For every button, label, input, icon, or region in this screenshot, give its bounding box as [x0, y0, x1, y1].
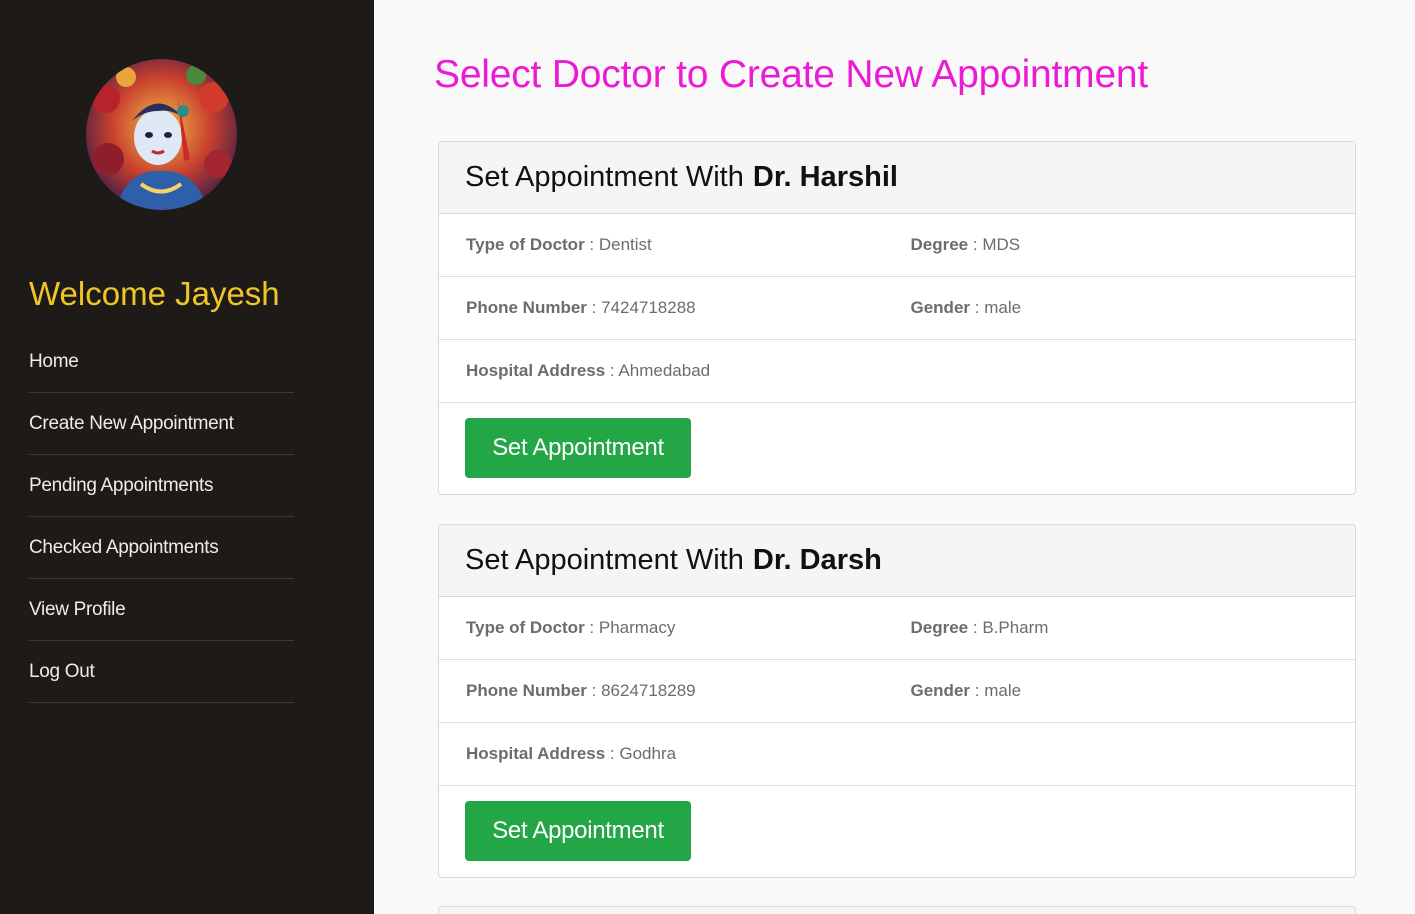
doctor-info-row: Hospital Address : Ahmedabad	[439, 340, 1355, 403]
doctor-info-row: Type of Doctor : Dentist Degree : MDS	[439, 214, 1355, 277]
sidebar-item-logout[interactable]: Log Out	[29, 641, 294, 703]
doctor-gender: Gender : male	[910, 681, 1022, 700]
doctor-info-row: Phone Number : 8624718289 Gender : male	[439, 660, 1355, 723]
header-prefix: Set Appointment With	[465, 161, 744, 193]
sidebar-item-view-profile[interactable]: View Profile	[29, 579, 294, 641]
nav-link-logout[interactable]: Log Out	[29, 661, 95, 683]
sidebar-nav: Home Create New Appointment Pending Appo…	[29, 331, 294, 703]
sidebar-item-home[interactable]: Home	[29, 331, 294, 393]
sidebar-item-pending-appointments[interactable]: Pending Appointments	[29, 455, 294, 517]
welcome-message: Welcome Jayesh	[29, 275, 280, 312]
card-actions: Set Appointment	[439, 786, 1355, 877]
header-prefix: Set Appointment With	[465, 544, 744, 576]
doctor-card: Set Appointment With Dr. Darsh Type of D…	[438, 524, 1356, 878]
doctor-card: Set Appointment With Dr. Harshil Type of…	[438, 141, 1356, 495]
nav-link-view-profile[interactable]: View Profile	[29, 599, 126, 621]
sidebar-item-checked-appointments[interactable]: Checked Appointments	[29, 517, 294, 579]
card-actions: Set Appointment	[439, 403, 1355, 494]
doctor-degree: Degree : MDS	[910, 235, 1021, 254]
doctor-card-partial	[438, 906, 1356, 914]
set-appointment-button[interactable]: Set Appointment	[465, 418, 691, 478]
user-avatar	[86, 59, 237, 210]
sidebar: Welcome Jayesh Home Create New Appointme…	[0, 0, 374, 914]
page-title: Select Doctor to Create New Appointment	[434, 53, 1149, 96]
doctor-gender: Gender : male	[910, 298, 1022, 317]
nav-link-home[interactable]: Home	[29, 351, 79, 373]
main-content: Select Doctor to Create New Appointment …	[374, 0, 1415, 914]
doctor-card-header: Set Appointment With Dr. Harshil	[439, 142, 1355, 214]
doctor-info-row: Hospital Address : Godhra	[439, 723, 1355, 786]
nav-link-checked-appointments[interactable]: Checked Appointments	[29, 537, 219, 559]
doctor-name: Dr. Darsh	[752, 544, 882, 576]
doctor-info-row: Phone Number : 7424718288 Gender : male	[439, 277, 1355, 340]
doctor-card-header: Set Appointment With Dr. Darsh	[439, 525, 1355, 597]
doctor-type: Type of Doctor : Pharmacy	[466, 618, 676, 637]
doctor-info-row: Type of Doctor : Pharmacy Degree : B.Pha…	[439, 597, 1355, 660]
nav-link-create-appointment[interactable]: Create New Appointment	[29, 413, 234, 435]
sidebar-item-create-appointment[interactable]: Create New Appointment	[29, 393, 294, 455]
doctor-name: Dr. Harshil	[752, 161, 898, 193]
hospital-address: Hospital Address : Godhra	[466, 744, 677, 763]
doctor-degree: Degree : B.Pharm	[910, 618, 1049, 637]
set-appointment-button[interactable]: Set Appointment	[465, 801, 691, 861]
doctor-type: Type of Doctor : Dentist	[466, 235, 652, 254]
nav-link-pending-appointments[interactable]: Pending Appointments	[29, 475, 213, 497]
hospital-address: Hospital Address : Ahmedabad	[466, 361, 711, 380]
doctor-phone: Phone Number : 8624718289	[466, 681, 696, 700]
doctor-phone: Phone Number : 7424718288	[466, 298, 696, 317]
